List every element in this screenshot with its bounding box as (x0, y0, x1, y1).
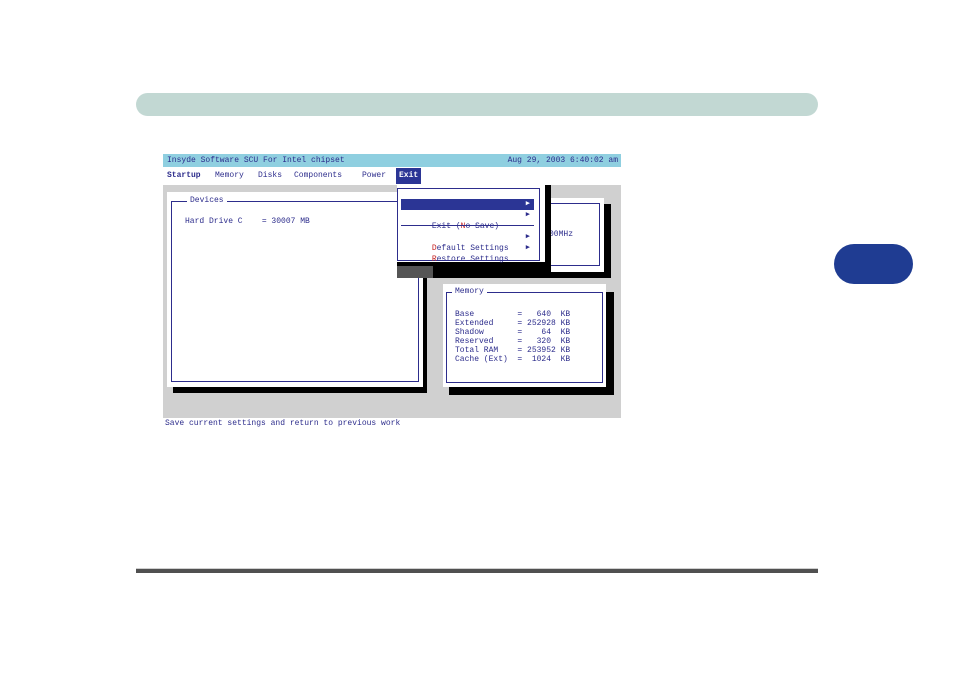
submenu-arrow-icon: ▶ (525, 211, 530, 219)
exit-menu-separator (401, 225, 534, 226)
processor-speed: 00MHz (549, 230, 574, 239)
chapter-header-bar (136, 93, 818, 116)
footer-rule (136, 568, 818, 573)
memory-panel: Memory Base = 640 KB Extended = 252928 K… (443, 284, 606, 387)
menu-components[interactable]: Components (294, 171, 342, 180)
devices-frame (171, 201, 419, 382)
exit-no-save-prefix: Exit ( (431, 222, 461, 231)
memory-base: Base = 640 KB (455, 310, 571, 319)
submenu-arrow-icon: ▶ (525, 233, 530, 241)
memory-reserved: Reserved = 320 KB (455, 337, 571, 346)
memory-cache: Cache (Ext) = 1024 KB (455, 355, 571, 364)
save-and-exit-item[interactable]: Save and Exit ▶ (401, 199, 534, 220)
submenu-arrow-icon: ▶ (525, 200, 530, 208)
memory-total-ram: Total RAM = 253952 KB (455, 346, 571, 355)
default-settings-item[interactable]: Default Settings ▶ (401, 232, 534, 253)
menu-power[interactable]: Power (362, 171, 386, 180)
bios-screen: Insyde Software SCU For Intel chipset Au… (163, 154, 621, 447)
chapter-side-tab (834, 244, 913, 284)
menu-startup[interactable]: Startup (167, 171, 201, 180)
bios-datetime: Aug 29, 2003 6:40:02 am (507, 156, 618, 165)
menu-memory[interactable]: Memory (215, 171, 244, 180)
menu-disks[interactable]: Disks (258, 171, 282, 180)
status-text: Save current settings and return to prev… (165, 419, 401, 428)
devices-panel: Devices Hard Drive C = 30007 MB (167, 192, 423, 387)
exit-no-save-label: o Save) (465, 222, 500, 231)
exit-no-save-item[interactable]: Exit (No Save) ▶ (401, 210, 534, 231)
memory-title: Memory (452, 287, 487, 296)
memory-shadow: Shadow = 64 KB (455, 328, 571, 337)
devices-title: Devices (187, 196, 227, 205)
memory-extended: Extended = 252928 KB (455, 319, 571, 328)
bios-title: Insyde Software SCU For Intel chipset (167, 156, 345, 165)
menu-exit[interactable]: Exit (396, 168, 422, 184)
hard-drive-row: Hard Drive C = 30007 MB (185, 217, 310, 226)
restore-settings-hotkey: R (431, 255, 437, 264)
bios-title-bar: Insyde Software SCU For Intel chipset Au… (163, 154, 621, 167)
exit-dropdown: Save and Exit ▶ Exit (No Save) ▶ Default… (397, 185, 545, 264)
bios-menu-bar: Startup Memory Disks Components Power Ex… (163, 167, 621, 185)
submenu-arrow-icon: ▶ (525, 244, 530, 252)
restore-settings-item[interactable]: Restore Settings ▶ (401, 243, 534, 264)
status-bar: Save current settings and return to prev… (163, 418, 621, 447)
restore-settings-label: estore Settings (436, 255, 509, 264)
processor-panel: 00MHz (543, 198, 604, 272)
